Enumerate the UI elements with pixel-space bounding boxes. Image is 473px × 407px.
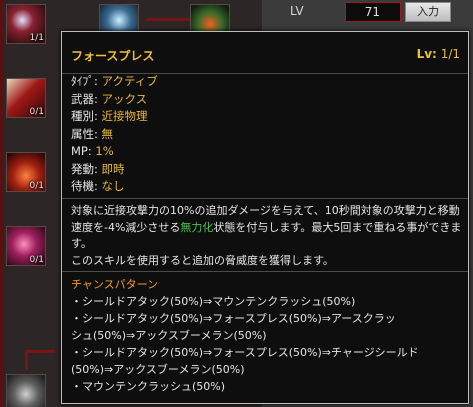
attr-key: 待機 [71, 179, 94, 193]
tree-border-line [0, 0, 4, 407]
attr-key: 種別 [71, 109, 94, 123]
tooltip-header: フォースプレス Lv: 1/1 [62, 32, 468, 73]
attr-key: MP [71, 144, 88, 158]
attr-element: 属性: 無 [71, 126, 114, 141]
tree-connector [25, 350, 55, 353]
skill-attributes: ﾀｲﾌﾟ: アクティブ 武器: アックス 種別: 近接物理 属性: 無 MP: … [71, 73, 158, 196]
skill-icon-gray [7, 375, 45, 407]
skill-name: フォースプレス [71, 49, 155, 63]
attr-value: アクティブ [101, 74, 158, 88]
attr-type: ﾀｲﾌﾟ: アクティブ [71, 74, 158, 88]
skill-level-key: Lv: [416, 47, 437, 61]
skill-level: Lv: 1/1 [417, 47, 460, 61]
skill-level-value: 1/1 [440, 47, 460, 61]
status-keyword: 無力化 [180, 220, 214, 234]
attr-key: 発動 [71, 161, 94, 176]
attr-mp: MP: 1% [71, 144, 114, 158]
skill-node[interactable]: 1/1 [6, 4, 46, 44]
skill-level-count: 0/1 [29, 181, 44, 191]
chance-pattern-list: ・シールドアタック(50%)⇒マウンテンクラッシュ(50%) ・シールドアタック… [71, 293, 466, 395]
skill-tooltip: フォースプレス Lv: 1/1 ﾀｲﾌﾟ: アクティブ 武器: アックス 種別:… [61, 31, 469, 404]
chance-line: ・シールドアタック(50%)⇒マウンテンクラッシュ(50%) [71, 295, 356, 308]
chance-line: (50%)⇒アックスブーメラン(50%) [71, 363, 245, 376]
attr-category: 種別: 近接物理 [71, 109, 148, 123]
attr-value: なし [101, 179, 125, 193]
skill-node[interactable]: 0/1 [6, 152, 46, 192]
skill-node[interactable]: 0/1 [6, 226, 46, 266]
divider [62, 198, 468, 199]
chance-pattern-title: チャンスパターン [71, 278, 159, 291]
skill-description: 対象に近接攻撃力の10%の追加ダメージを与えて、10秒間対象の攻撃力と移動速度を… [71, 203, 466, 269]
skill-node[interactable] [6, 374, 46, 407]
lv-label: LV [290, 4, 304, 18]
tree-connector [25, 350, 28, 370]
attr-key: 武器 [71, 91, 94, 106]
skill-level-count: 0/1 [29, 255, 44, 265]
chance-line: ・マウンテンクラッシュ(50%) [71, 380, 226, 393]
attr-value: 近接物理 [101, 109, 148, 123]
attr-value: 即時 [101, 161, 125, 176]
enter-button[interactable]: 入力 [405, 2, 451, 22]
chance-line: シュ(50%)⇒アックスブーメラン(50%) [71, 329, 267, 342]
divider [62, 271, 468, 272]
chance-line: ・シールドアタック(50%)⇒フォースプレス(50%)⇒アースクラッ [71, 312, 396, 325]
attr-value: 無 [101, 126, 114, 141]
attr-value: 1% [95, 144, 114, 158]
attr-key: ﾀｲﾌﾟ [71, 74, 94, 88]
attr-value: アックス [101, 91, 148, 106]
skill-level-count: 1/1 [29, 33, 44, 43]
skill-tree-screen: 1/1 0/1 0/1 0/1 LV 71 入力 フォースプレス Lv: 1/1… [0, 0, 473, 407]
skill-node[interactable]: 0/1 [6, 78, 46, 118]
attr-key: 属性 [71, 126, 94, 141]
attr-activation: 発動: 即時 [71, 161, 125, 176]
description-text: このスキルを使用すると追加の脅威度を獲得します。 [71, 253, 334, 267]
chance-line: ・シールドアタック(50%)⇒フォースプレス(50%)⇒チャージシールド [71, 346, 419, 359]
attr-cooldown: 待機: なし [71, 179, 125, 193]
lv-input[interactable]: 71 [345, 2, 401, 22]
skill-level-count: 0/1 [29, 107, 44, 117]
tree-connector [146, 18, 190, 21]
attr-weapon: 武器: アックス [71, 91, 148, 106]
